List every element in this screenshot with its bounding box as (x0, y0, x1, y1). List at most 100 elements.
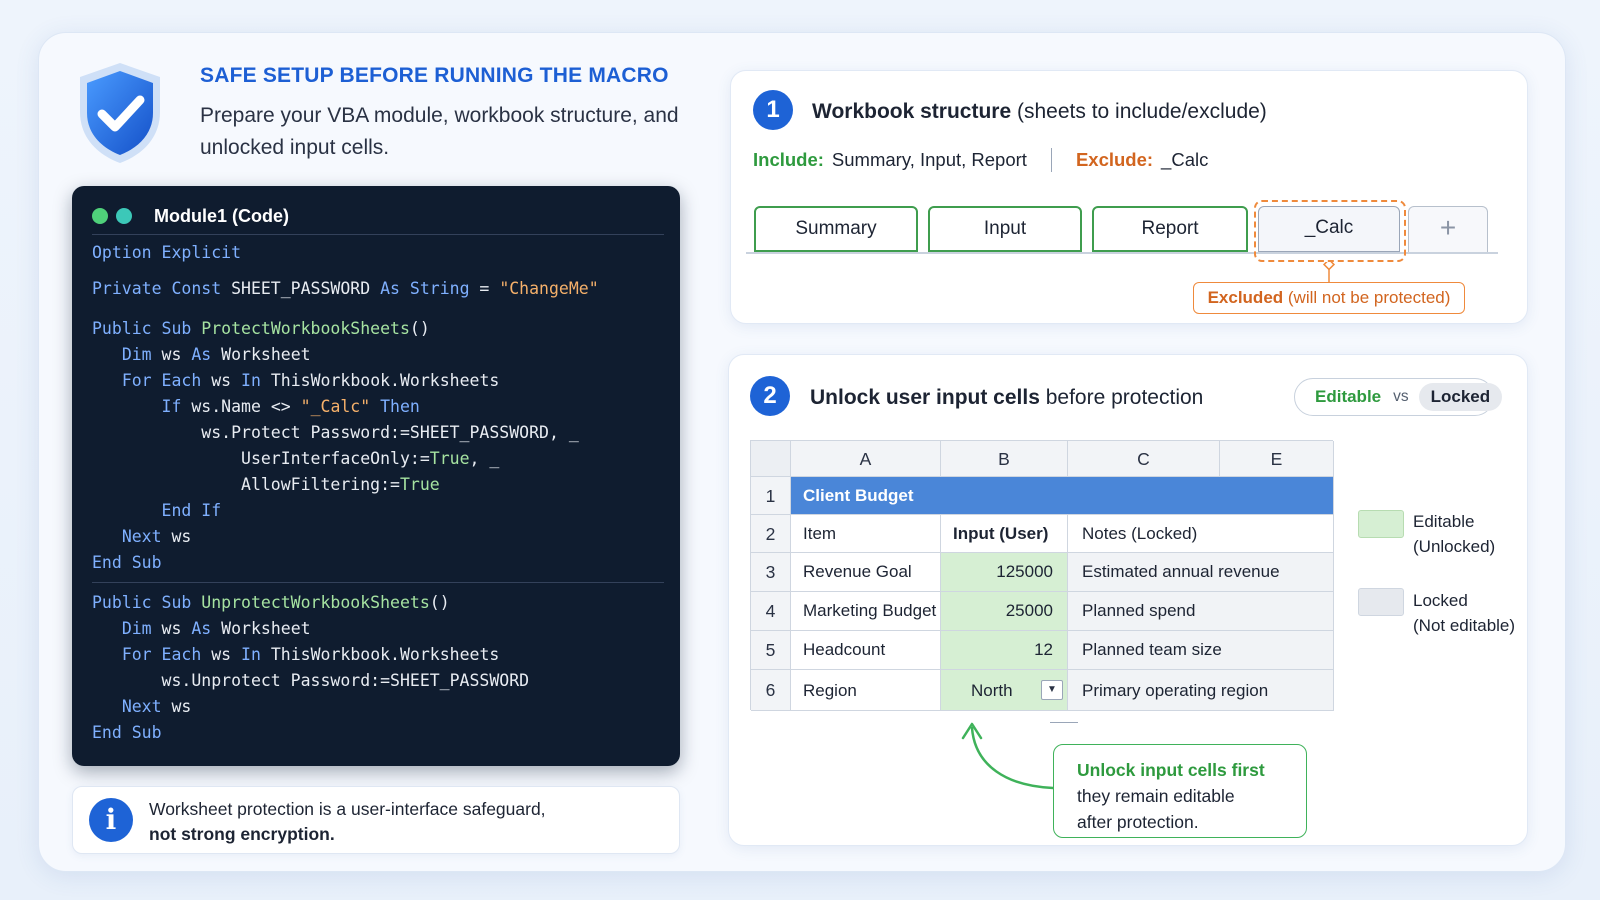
grid-corner (751, 441, 791, 477)
legend-editable-line1: Editable (1413, 512, 1475, 531)
exclude-label: Exclude: (1075, 149, 1154, 170)
step-2-badge: 2 (750, 376, 790, 416)
spreadsheet-grid: A B C E 1 Client Budget 2 Item Input (Us… (750, 440, 1334, 711)
column-header-c: C (1068, 441, 1220, 477)
page-title: SAFE SETUP BEFORE RUNNING THE MACRO (200, 64, 669, 87)
callout-line2: they remain editable (1077, 786, 1235, 806)
page-subtitle: Prepare your VBA module, workbook struct… (200, 104, 679, 159)
code-line: Public Sub ProtectWorkbookSheets() (92, 319, 430, 338)
editable-locked-toggle[interactable]: Editable vs Locked (1294, 378, 1503, 416)
include-label: Include: (753, 149, 824, 170)
code-panel-header: Module1 (Code) (92, 202, 289, 230)
include-exclude-divider (1050, 148, 1052, 172)
code-line: Dim ws As Worksheet (121, 345, 311, 364)
code-divider (92, 582, 664, 583)
section1-title-bold: Workbook structure (812, 100, 1012, 123)
excluded-note: Excluded (will not be protected) (1193, 282, 1465, 314)
row-header: 5 (751, 631, 791, 670)
info-note: i Worksheet protection is a user-interfa… (72, 786, 680, 854)
region-value: North (971, 681, 1013, 700)
grid-title-cell[interactable]: Client Budget (791, 477, 1334, 515)
sheet-tab-summary[interactable]: Summary (754, 206, 918, 252)
code-line: End Sub (92, 553, 162, 572)
row-header: 2 (751, 515, 791, 553)
legend-locked-label: Locked (Not editable) (1413, 588, 1515, 638)
row-header: 3 (751, 553, 791, 592)
row-header: 1 (751, 477, 791, 515)
info-note-line1: Worksheet protection is a user-interface… (149, 799, 546, 819)
row-header: 4 (751, 592, 791, 631)
excluded-highlight (1254, 200, 1406, 262)
window-dot-green (92, 208, 108, 224)
legend-locked-swatch (1358, 588, 1404, 616)
step-1-badge: 1 (753, 90, 793, 130)
code-line: AllowFiltering:=True (92, 475, 440, 494)
excluded-note-bold: Excluded (1207, 288, 1284, 307)
legend-locked-line2: (Not editable) (1413, 616, 1516, 635)
code-line: Dim ws As Worksheet (121, 619, 311, 638)
header-cell-notes[interactable]: Notes (Locked) (1068, 515, 1334, 553)
input-cell-headcount[interactable]: 12 (941, 631, 1068, 670)
item-cell[interactable]: Revenue Goal (791, 553, 941, 592)
section2-title-bold: Unlock user input cells (810, 386, 1040, 409)
toggle-locked[interactable]: Locked (1418, 383, 1503, 411)
section2-title: Unlock user input cells before protectio… (810, 386, 1203, 410)
code-divider (92, 234, 664, 235)
exclude-value: _Calc (1161, 149, 1209, 170)
section2-title-rest: before protection (1039, 386, 1204, 409)
sheet-tab-report[interactable]: Report (1092, 206, 1248, 252)
notes-cell: Primary operating region (1068, 670, 1334, 711)
callout-arrow (961, 722, 1055, 790)
legend-editable-swatch (1358, 510, 1404, 538)
include-exclude-row: Include: Summary, Input, Report Exclude:… (753, 148, 1208, 172)
legend-editable-line2: (Unlocked) (1413, 537, 1496, 556)
code-line: Option Explicit (92, 243, 242, 262)
input-cell-revenue[interactable]: 125000 (941, 553, 1068, 592)
input-cell-region[interactable]: North ▼ (941, 670, 1068, 711)
code-line: ws.Unprotect Password:=SHEET_PASSWORD (92, 671, 530, 690)
code-line: Public Sub UnprotectWorkbookSheets() (92, 593, 450, 612)
input-cell-marketing[interactable]: 25000 (941, 592, 1068, 631)
column-header-b: B (941, 441, 1068, 477)
window-dot-teal (116, 208, 132, 224)
excluded-connector (1322, 262, 1336, 284)
legend-editable-label: Editable (Unlocked) (1413, 509, 1495, 559)
code-line: Next ws (121, 527, 192, 546)
column-header-a: A (791, 441, 941, 477)
unlock-callout: Unlock input cells first they remain edi… (1053, 744, 1307, 838)
code-panel-title: Module1 (Code) (154, 205, 289, 226)
code-line: End If (161, 501, 222, 520)
item-cell[interactable]: Headcount (791, 631, 941, 670)
header-cell-input[interactable]: Input (User) (941, 515, 1068, 553)
sheet-tab-input[interactable]: Input (928, 206, 1082, 252)
notes-cell: Planned spend (1068, 592, 1334, 631)
row-header: 6 (751, 670, 791, 711)
add-sheet-button[interactable]: + (1408, 206, 1488, 252)
code-line: UserInterfaceOnly:=True, _ (92, 449, 500, 468)
legend-locked-line1: Locked (1413, 591, 1468, 610)
item-cell[interactable]: Region (791, 670, 941, 711)
section1-title: Workbook structure (sheets to include/ex… (812, 100, 1267, 124)
shield-check-icon (80, 63, 160, 163)
toggle-editable[interactable]: Editable (1315, 387, 1381, 407)
code-line: For Each ws In ThisWorkbook.Worksheets (121, 371, 500, 390)
header-cell-item[interactable]: Item (791, 515, 941, 553)
code-panel: Module1 (Code) Option Explicit Private C… (72, 186, 680, 766)
notes-cell: Planned team size (1068, 631, 1334, 670)
code-line: For Each ws In ThisWorkbook.Worksheets (121, 645, 500, 664)
section1-title-rest: (sheets to include/exclude) (1011, 100, 1267, 123)
include-value: Summary, Input, Report (831, 149, 1027, 170)
code-line: If ws.Name <> "_Calc" Then (161, 397, 420, 416)
info-note-bold: not strong encryption. (149, 824, 335, 844)
callout-bold: Unlock input cells first (1077, 760, 1265, 780)
column-header-e: E (1220, 441, 1334, 477)
code-line: ws.Protect Password:=SHEET_PASSWORD, _ (92, 423, 579, 442)
callout-line3: after protection. (1077, 812, 1199, 832)
notes-cell: Estimated annual revenue (1068, 553, 1334, 592)
toggle-vs: vs (1393, 388, 1409, 405)
excluded-note-rest: (will not be protected) (1283, 288, 1451, 307)
info-icon: i (89, 798, 133, 842)
dropdown-arrow-icon[interactable]: ▼ (1041, 680, 1063, 700)
item-cell[interactable]: Marketing Budget (791, 592, 941, 631)
code-line: End Sub (92, 723, 162, 742)
